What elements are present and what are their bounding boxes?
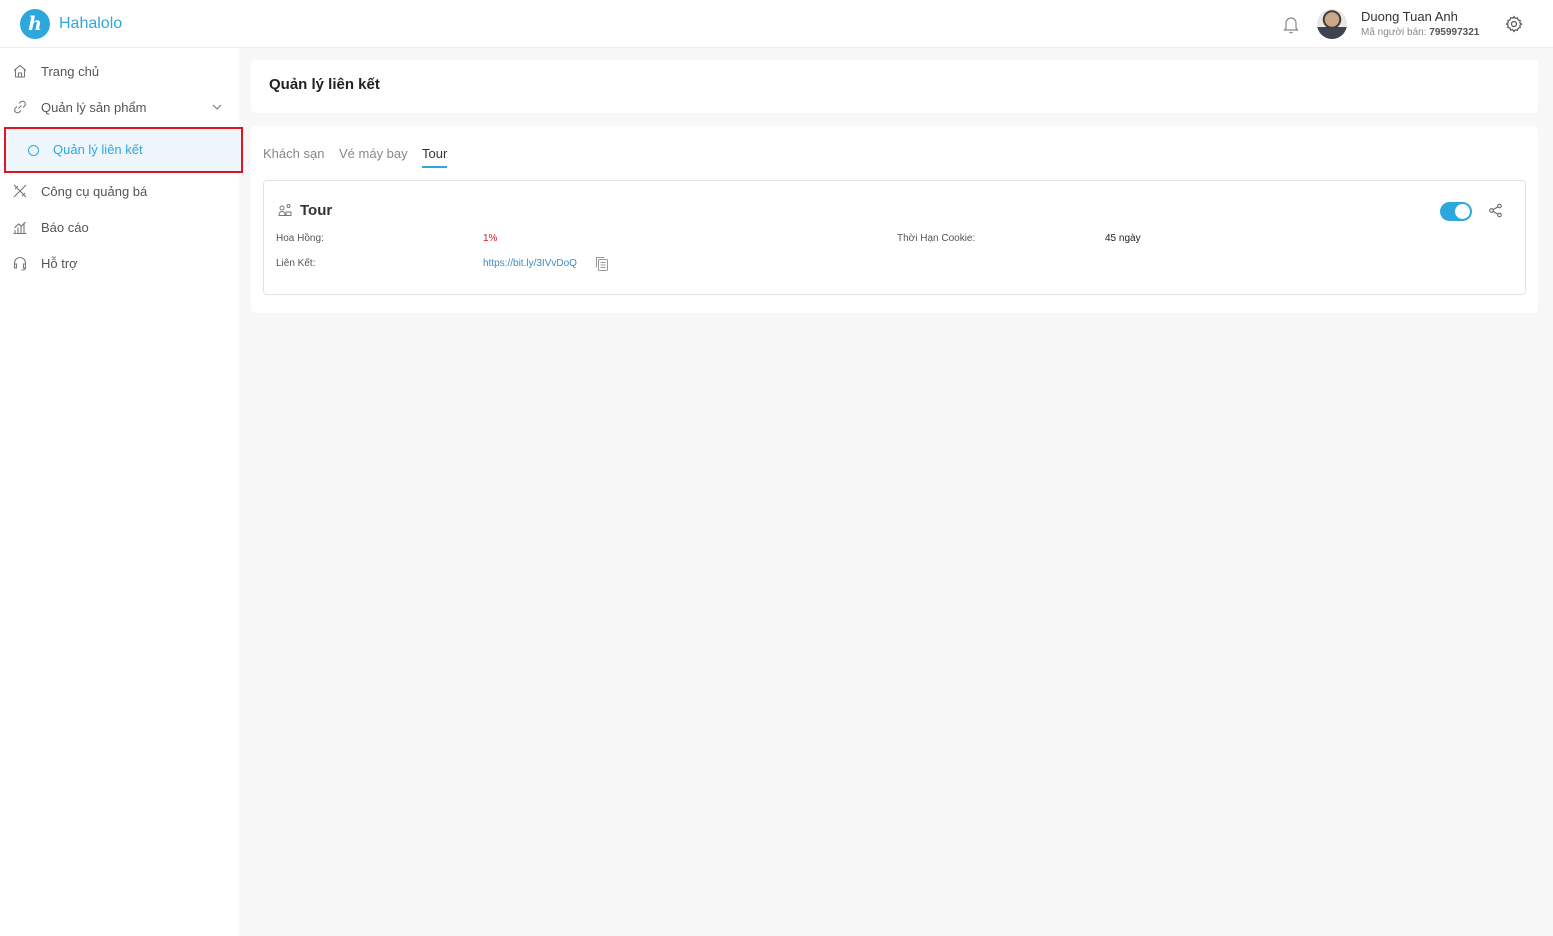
bell-icon[interactable] <box>1282 14 1300 34</box>
seller-code-value: 795997321 <box>1429 27 1480 38</box>
sidebar: Trang chủ Quản lý sản phẩm Quản lý liên … <box>0 48 243 936</box>
affiliate-enable-toggle[interactable] <box>1440 202 1472 221</box>
cookie-duration-value: 45 ngày <box>1105 233 1141 244</box>
share-icon[interactable] <box>1488 203 1503 218</box>
affiliate-card-tour: Tour Hoa Hồng: 1% Thời Hạn Cookie: 45 ng… <box>263 180 1526 295</box>
cookie-duration-label: Thời Hạn Cookie: <box>897 233 976 244</box>
affiliate-content-card: Khách sạn Vé máy bay Tour Tour Hoa Hồng:… <box>251 126 1538 313</box>
toggle-knob <box>1455 204 1470 219</box>
logo-badge: h <box>20 9 50 39</box>
affiliate-title: Tour <box>300 202 333 219</box>
headset-icon <box>13 257 27 271</box>
circle-icon <box>28 145 39 156</box>
sidebar-item-product-management[interactable]: Quản lý sản phẩm <box>0 89 239 125</box>
link-icon <box>14 100 26 114</box>
affiliate-link[interactable]: https://bit.ly/3IVvDoQ <box>483 258 577 269</box>
brand-logo[interactable]: h Hahalolo <box>20 9 122 39</box>
tab-flight[interactable]: Vé máy bay <box>339 146 408 161</box>
sidebar-item-label: Công cụ quảng bá <box>41 183 148 199</box>
sidebar-item-promotion-tools[interactable]: Công cụ quảng bá <box>0 173 239 209</box>
sidebar-item-label: Trang chủ <box>41 63 100 79</box>
seller-code: Mã người bán: 795997321 <box>1361 27 1479 38</box>
tools-icon <box>13 184 27 198</box>
active-tab-indicator <box>422 166 447 168</box>
chevron-down-icon[interactable] <box>211 101 223 113</box>
sidebar-item-label: Báo cáo <box>41 219 89 235</box>
commission-label: Hoa Hồng: <box>276 233 324 244</box>
brand-name: Hahalolo <box>59 15 123 32</box>
sidebar-item-reports[interactable]: Báo cáo <box>0 209 239 245</box>
sidebar-item-affiliate-management[interactable]: Quản lý liên kết <box>4 127 243 173</box>
sidebar-item-support[interactable]: Hỗ trợ <box>0 245 239 281</box>
chart-icon <box>13 221 27 235</box>
tab-tour[interactable]: Tour <box>422 146 447 161</box>
page-header-card: Quản lý liên kết <box>251 60 1538 113</box>
page-title: Quản lý liên kết <box>269 76 380 93</box>
sidebar-item-label: Hỗ trợ <box>41 255 78 271</box>
tour-icon <box>278 204 292 216</box>
tab-hotel[interactable]: Khách sạn <box>263 146 324 161</box>
sidebar-item-label: Quản lý liên kết <box>53 142 143 157</box>
top-header: h Hahalolo Duong Tuan Anh Mã người bán: … <box>0 0 1553 48</box>
sidebar-item-label: Quản lý sản phẩm <box>41 99 147 115</box>
copy-icon[interactable] <box>595 256 609 271</box>
seller-code-label: Mã người bán: <box>1361 27 1427 38</box>
avatar[interactable] <box>1317 9 1347 39</box>
commission-value: 1% <box>483 233 498 244</box>
gear-icon[interactable] <box>1505 15 1523 33</box>
sidebar-item-home[interactable]: Trang chủ <box>0 53 239 89</box>
link-label: Liên Kết: <box>276 258 316 269</box>
user-name: Duong Tuan Anh <box>1361 9 1458 24</box>
home-icon <box>13 64 27 78</box>
